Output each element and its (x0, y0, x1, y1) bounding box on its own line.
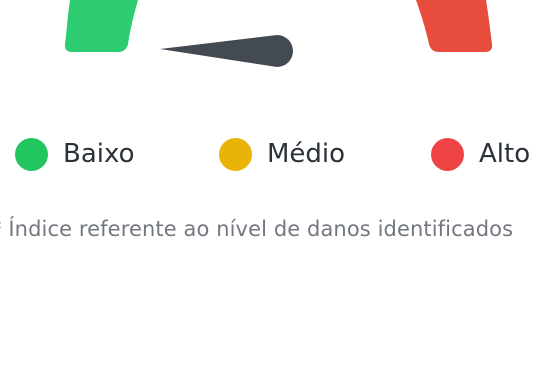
legend-label-low: Baixo (63, 139, 135, 169)
legend-dot-low (15, 137, 48, 171)
gauge-needle (160, 35, 293, 67)
footnote-text: * Índice referente ao nível de danos ide… (0, 217, 514, 241)
legend-item-low: Baixo (15, 137, 135, 171)
risk-gauge-panel: Baixo Médio Alto * Índice referente ao n… (0, 0, 540, 373)
risk-gauge (64, 0, 493, 67)
legend-dot-medium (219, 137, 252, 171)
legend-dot-high (431, 137, 464, 171)
legend-label-high: Alto (479, 139, 531, 169)
legend-item-medium: Médio (219, 137, 345, 171)
legend-label-medium: Médio (267, 139, 346, 169)
gauge-segment-high (416, 0, 493, 52)
gauge-segment-low (64, 0, 138, 52)
legend-item-high: Alto (431, 137, 530, 171)
